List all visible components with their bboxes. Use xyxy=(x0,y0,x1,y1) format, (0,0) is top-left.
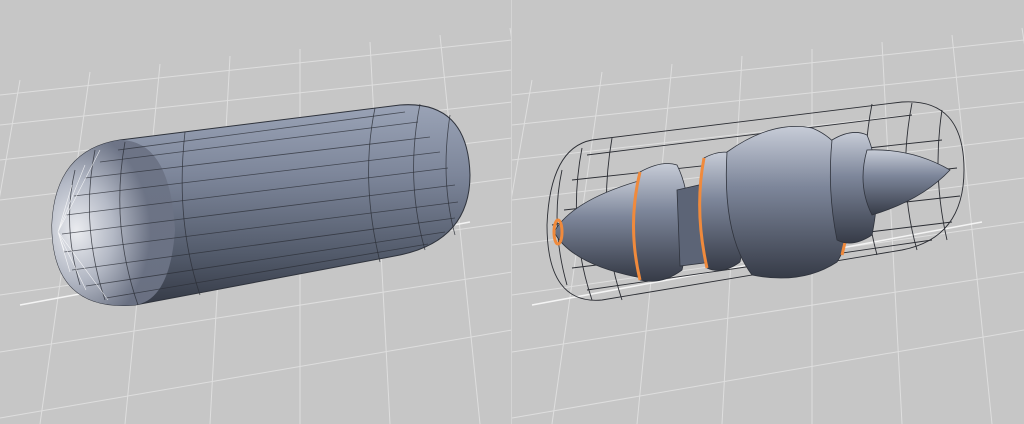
viewport-left-canvas[interactable] xyxy=(0,0,512,424)
viewport-left[interactable] xyxy=(0,0,512,424)
viewport-pair xyxy=(0,0,1024,424)
viewport-right-canvas[interactable] xyxy=(512,0,1024,424)
capsule-mesh xyxy=(51,103,471,307)
segmented-mesh xyxy=(552,126,951,282)
viewport-right[interactable] xyxy=(512,0,1024,424)
